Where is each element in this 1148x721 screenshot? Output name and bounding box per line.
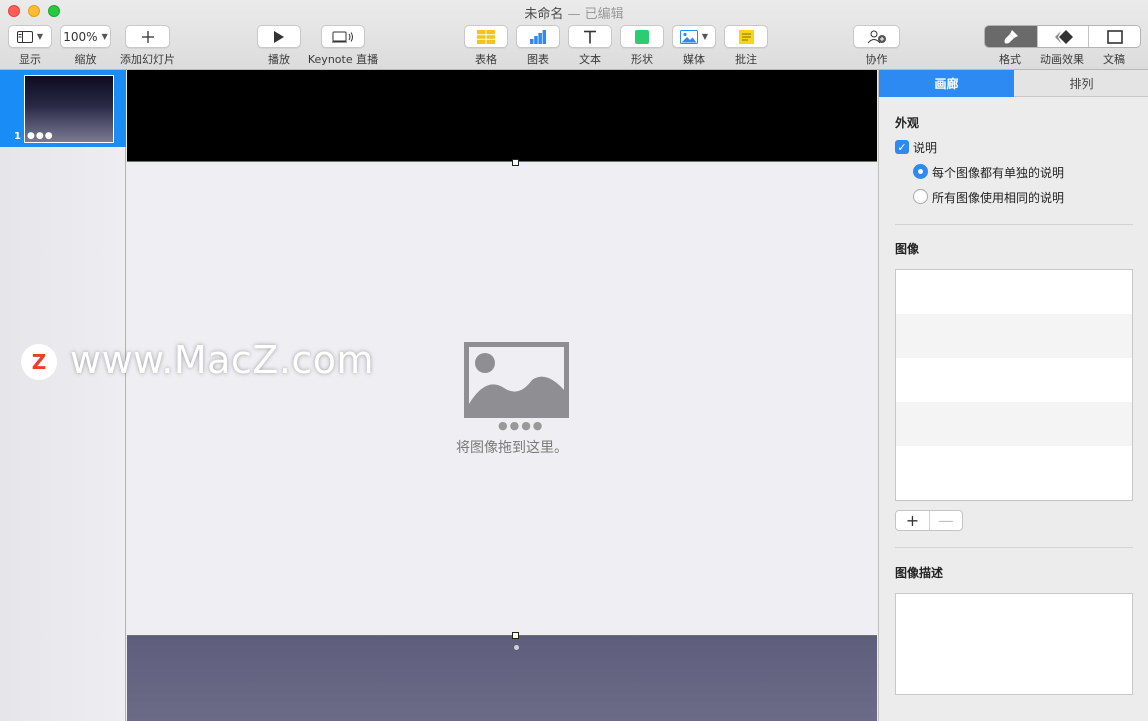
table-label: 表格 [475, 53, 497, 66]
image-description-field[interactable] [895, 593, 1133, 695]
comment-label: 批注 [735, 53, 757, 66]
placeholder-text: 将图像拖到这里。 [456, 440, 568, 456]
caption-label: 说明 [913, 141, 938, 155]
chart-button[interactable] [516, 25, 560, 48]
sidebar-layout-icon [16, 30, 33, 43]
text-button[interactable] [568, 25, 612, 48]
collaborate-label: 协作 [865, 53, 888, 66]
toolbar: 未命名 — 已编辑 ▼ 显示 100% ▼ 缩放 添加幻灯片 播放 Keynot… [0, 0, 1148, 70]
gallery-page-dot [514, 645, 519, 650]
zoom-value: 100% [63, 29, 98, 44]
slide-build-dots: ●●● [27, 131, 54, 141]
shape-label: 形状 [631, 53, 653, 66]
images-title: 图像 [895, 242, 920, 256]
slide-thumbnail-row[interactable]: 1 ●●● [0, 70, 126, 147]
zoom-label: 缩放 [74, 53, 97, 66]
checkmark-icon: ✓ [897, 140, 907, 154]
list-item [896, 358, 1132, 402]
add-person-icon [867, 30, 886, 43]
document-frame-icon [1106, 29, 1123, 44]
shape-square-icon [635, 29, 649, 44]
play-icon [274, 30, 284, 43]
watermark-logo: Z [21, 344, 57, 380]
edited-indicator: — 已编辑 [563, 7, 624, 22]
radio-unique-caption-label: 每个图像都有单独的说明 [932, 166, 1065, 180]
add-remove-image-control: + — [895, 510, 963, 531]
slide-navigator: 1 ●●● [0, 70, 126, 721]
text-t-icon [584, 30, 596, 43]
selection-handle-top[interactable] [512, 159, 519, 166]
plus-icon [141, 30, 154, 43]
format-inspector: 画廊 排列 外观 ✓ 说明 每个图像都有单独的说明 所有图像使用相同的说明 图像… [878, 70, 1148, 721]
chevron-down-icon: ▼ [701, 32, 709, 41]
view-button[interactable]: ▼ [8, 25, 52, 48]
table-button[interactable] [464, 25, 508, 48]
paintbrush-icon [1004, 29, 1018, 43]
section-divider [895, 224, 1133, 225]
document-button[interactable] [1088, 26, 1140, 47]
animation-diamond-icon [1054, 29, 1073, 44]
caption-checkbox[interactable]: ✓ [895, 140, 909, 154]
media-button[interactable]: ▼ [672, 25, 716, 48]
list-item [896, 270, 1132, 314]
watermark-logo-letter: Z [31, 350, 47, 374]
slide-canvas[interactable]: ●●●● 将图像拖到这里。 [127, 70, 877, 721]
format-label: 格式 [999, 53, 1021, 66]
slide-top-band [127, 70, 877, 162]
shape-button[interactable] [620, 25, 664, 48]
animate-button[interactable] [1036, 26, 1089, 47]
broadcast-laptop-icon [332, 31, 353, 42]
remove-image-button[interactable]: — [928, 511, 962, 530]
document-label: 文稿 [1103, 53, 1125, 66]
placeholder-page-dots: ●●●● [498, 419, 545, 432]
section-divider [895, 547, 1133, 548]
chevron-down-icon: ▼ [36, 32, 44, 41]
list-item [896, 314, 1132, 358]
radio-same-caption-label: 所有图像使用相同的说明 [932, 191, 1065, 205]
add-slide-label: 添加幻灯片 [120, 53, 175, 66]
appearance-title: 外观 [895, 116, 920, 130]
view-label: 显示 [19, 53, 41, 66]
list-item [896, 402, 1132, 446]
add-slide-button[interactable] [125, 25, 170, 48]
format-button[interactable] [985, 26, 1037, 47]
image-placeholder-icon[interactable] [464, 342, 569, 418]
animate-label: 动画效果 [1040, 53, 1084, 66]
document-name: 未命名 [524, 7, 564, 22]
slide-number: 1 [14, 131, 21, 142]
image-description-title: 图像描述 [895, 566, 944, 580]
play-label: 播放 [268, 53, 290, 66]
bar-chart-icon [530, 29, 546, 44]
photo-icon [679, 29, 698, 44]
collaborate-button[interactable] [853, 25, 900, 48]
inspector-switcher [984, 25, 1141, 48]
sticky-note-icon [738, 29, 754, 44]
keynote-live-button[interactable] [321, 25, 365, 48]
radio-unique-caption[interactable] [913, 164, 928, 179]
image-list[interactable] [895, 269, 1133, 501]
watermark-text: www.MacZ.com [70, 338, 375, 382]
chart-label: 图表 [527, 53, 549, 66]
play-button[interactable] [257, 25, 301, 48]
keynote-window: 未命名 — 已编辑 ▼ 显示 100% ▼ 缩放 添加幻灯片 播放 Keynot… [0, 0, 1148, 721]
tab-arrange[interactable]: 排列 [1014, 70, 1148, 97]
text-label: 文本 [579, 53, 601, 66]
keynote-live-label: Keynote 直播 [307, 53, 379, 66]
window-title: 未命名 — 已编辑 [0, 3, 1148, 22]
selection-handle-bottom[interactable] [512, 632, 519, 639]
slide-bottom-band [127, 635, 877, 721]
tab-gallery[interactable]: 画廊 [879, 70, 1014, 97]
media-label: 媒体 [683, 53, 705, 66]
chevron-down-icon: ▼ [101, 32, 108, 41]
add-image-button[interactable]: + [896, 511, 929, 530]
radio-same-caption[interactable] [913, 189, 928, 204]
zoom-select[interactable]: 100% ▼ [60, 25, 111, 48]
table-icon [477, 29, 495, 44]
list-item [896, 446, 1132, 490]
comment-button[interactable] [724, 25, 768, 48]
